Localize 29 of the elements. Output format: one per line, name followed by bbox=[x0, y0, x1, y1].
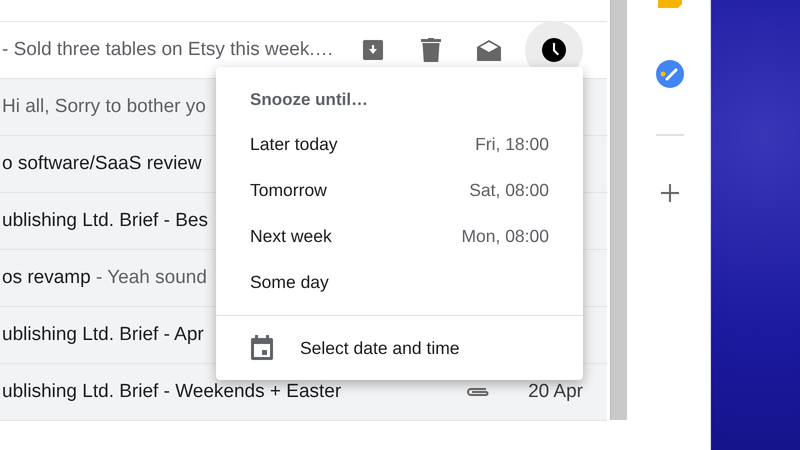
email-text: ublishing Ltd. Brief - Bes bbox=[2, 210, 208, 232]
option-time: Mon, 08:00 bbox=[461, 226, 549, 246]
menu-item[interactable]: Later today Fri, 18:00 bbox=[216, 121, 583, 167]
menu-title: Snooze until… bbox=[249, 89, 370, 111]
option-label: Next week bbox=[250, 226, 332, 246]
open-envelope-icon bbox=[477, 39, 501, 61]
email-text: - Sold three tables on Etsy this week.… bbox=[2, 39, 334, 61]
email-date: 20 Apr bbox=[528, 381, 583, 403]
scrollbar-thumb[interactable] bbox=[610, 0, 627, 420]
clock-icon bbox=[542, 38, 566, 62]
email-text: os revamp - Yeah sound bbox=[2, 267, 207, 289]
menu-item[interactable]: Tomorrow Sat, 08:00 bbox=[216, 167, 583, 213]
menu-item[interactable]: Some day bbox=[216, 259, 583, 305]
plus-icon[interactable] bbox=[661, 184, 679, 202]
email-text: Hi all, Sorry to bother yo bbox=[2, 96, 206, 118]
trash-icon bbox=[421, 38, 441, 62]
option-label: Tomorrow bbox=[250, 180, 327, 200]
check-circle-icon[interactable] bbox=[656, 60, 684, 88]
option-time: Fri, 18:00 bbox=[475, 134, 549, 154]
archive-icon bbox=[362, 39, 384, 61]
calendar-icon bbox=[250, 335, 274, 361]
option-label: Later today bbox=[250, 134, 338, 154]
option-label: Select date and time bbox=[300, 338, 460, 358]
email-text: o software/SaaS review bbox=[2, 153, 202, 175]
menu-item[interactable]: Next week Mon, 08:00 bbox=[216, 213, 583, 259]
option-label: Some day bbox=[250, 272, 329, 292]
option-time: Sat, 08:00 bbox=[469, 180, 549, 200]
email-text: ublishing Ltd. Brief - Weekends + Easter bbox=[2, 381, 342, 403]
email-text: ublishing Ltd. Brief - Apr bbox=[2, 324, 204, 346]
